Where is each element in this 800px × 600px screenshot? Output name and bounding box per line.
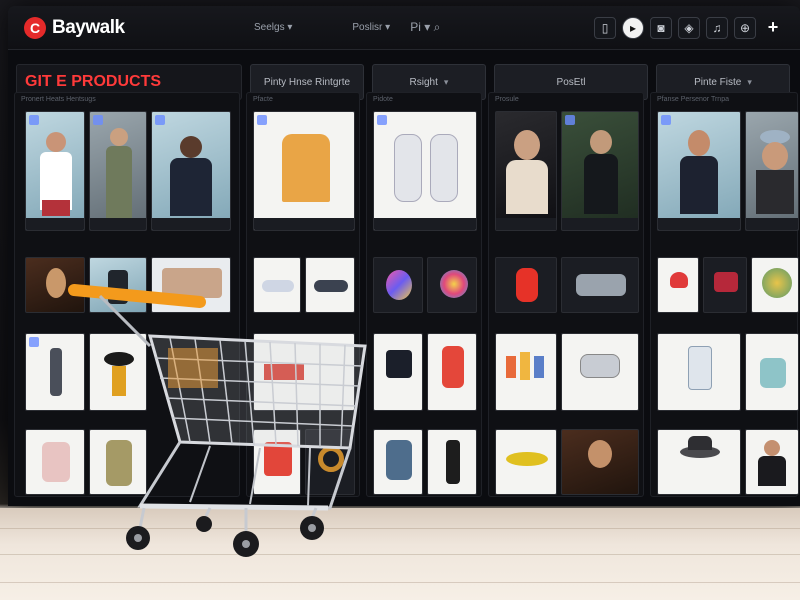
product-card[interactable]: [373, 111, 477, 231]
top-nav: Seelgs ▾ Poslisr ▾ Pi ▾ ⌕: [254, 20, 594, 35]
bell-icon[interactable]: ♫: [706, 16, 728, 39]
product-card[interactable]: [745, 333, 799, 411]
column-header: Pfacte: [253, 96, 273, 103]
product-card[interactable]: [657, 257, 699, 313]
product-card[interactable]: [495, 111, 557, 231]
product-card[interactable]: [495, 429, 557, 495]
product-card[interactable]: [427, 333, 477, 411]
product-card[interactable]: [495, 257, 557, 313]
product-card[interactable]: [373, 257, 423, 313]
shopping-cart-icon: [68, 284, 367, 557]
product-card[interactable]: [427, 257, 477, 313]
product-column: Pidote: [366, 92, 482, 497]
product-card[interactable]: [561, 429, 639, 495]
product-card[interactable]: [561, 333, 639, 411]
search-icon: ⌕: [433, 20, 441, 34]
product-card[interactable]: [703, 257, 747, 313]
product-card[interactable]: [89, 111, 147, 231]
product-card[interactable]: [657, 333, 741, 411]
nav-item-position[interactable]: Poslisr ▾: [352, 22, 390, 33]
product-card[interactable]: [373, 429, 423, 495]
tag-icon[interactable]: ◈: [678, 16, 700, 39]
column-header: Pronert Heats Hentsugs: [21, 96, 96, 103]
badge-icon: [661, 115, 671, 125]
product-card[interactable]: [25, 111, 85, 231]
product-card[interactable]: [657, 111, 741, 231]
badge-icon: [29, 337, 39, 347]
top-bar: C Baywalk Seelgs ▾ Poslisr ▾ Pi ▾ ⌕ ▯ ▸ …: [8, 6, 800, 50]
plus-icon[interactable]: +: [762, 17, 784, 39]
column-header: Pidote: [373, 96, 393, 103]
logo-mark-icon: C: [24, 16, 46, 39]
product-column: Prosule: [488, 92, 644, 497]
product-card[interactable]: [151, 111, 231, 231]
product-card[interactable]: [751, 257, 799, 313]
product-card[interactable]: [427, 429, 477, 495]
product-card[interactable]: [373, 333, 423, 411]
product-column: Pfanse Persenor Trnpa: [650, 92, 799, 497]
badge-icon: [565, 115, 575, 125]
badge-icon: [155, 115, 165, 125]
nav-item-search[interactable]: Pi ▾ ⌕: [410, 20, 440, 35]
badge-icon: [29, 115, 39, 125]
toolbar-icons: ▯ ▸ ◙ ◈ ♫ ⊕ +: [594, 16, 784, 39]
product-card[interactable]: [253, 111, 355, 231]
logo[interactable]: C Baywalk: [24, 16, 254, 39]
badge-icon: [93, 115, 103, 125]
nav-item-settings[interactable]: Seelgs ▾: [254, 22, 292, 33]
camera-icon[interactable]: ◙: [650, 16, 672, 39]
info-icon[interactable]: ▸: [622, 16, 644, 39]
product-card[interactable]: [495, 333, 557, 411]
chevron-down-icon: ▾: [443, 76, 449, 87]
product-card[interactable]: [561, 111, 639, 231]
badge-icon: [377, 115, 387, 125]
product-card[interactable]: [657, 429, 741, 495]
chevron-down-icon: ▾: [747, 76, 752, 87]
trash-icon[interactable]: ▯: [594, 16, 616, 39]
product-card[interactable]: [745, 111, 799, 231]
product-card[interactable]: [745, 429, 799, 495]
globe-icon[interactable]: ⊕: [734, 16, 756, 39]
product-card[interactable]: [561, 257, 639, 313]
column-header: Prosule: [495, 96, 519, 103]
badge-icon: [257, 115, 267, 125]
logo-text: Baywalk: [52, 16, 125, 38]
column-header: Pfanse Persenor Trnpa: [657, 96, 729, 103]
